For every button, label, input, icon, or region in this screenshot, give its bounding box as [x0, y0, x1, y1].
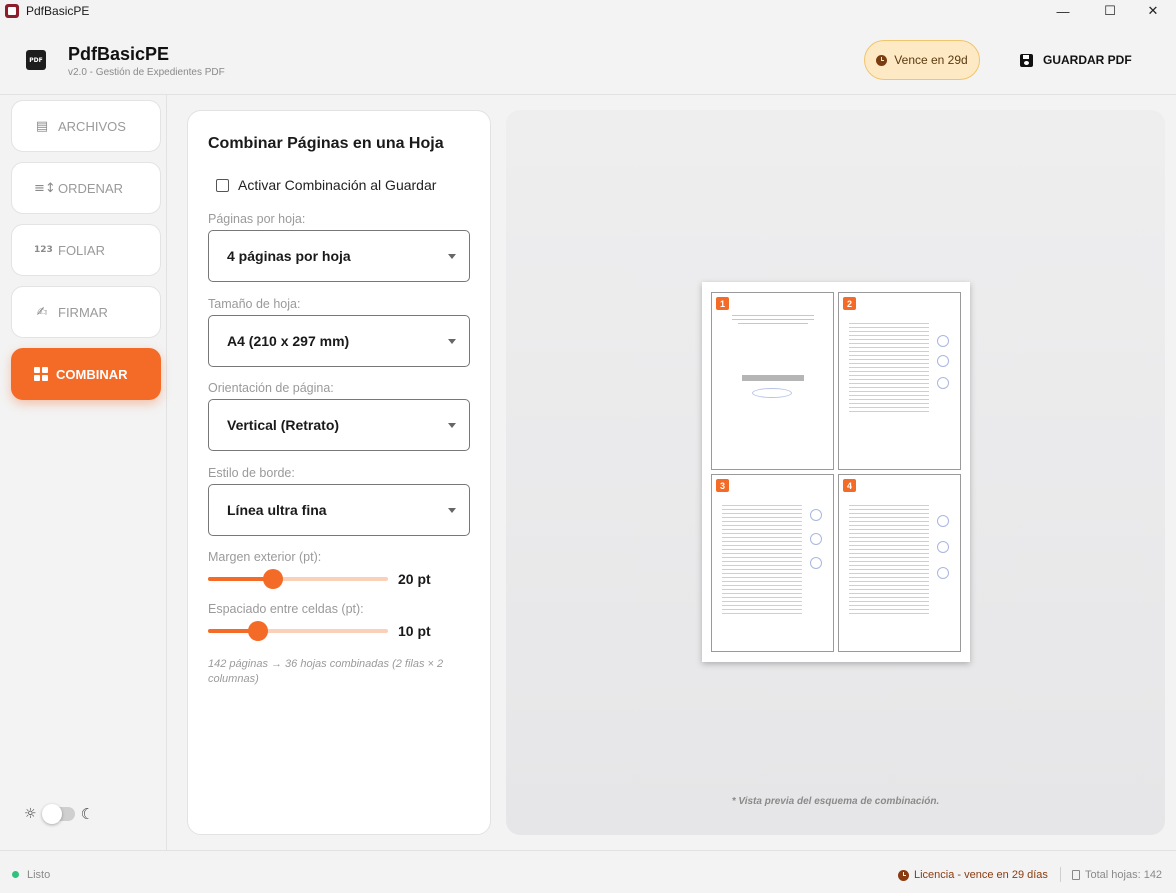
sidebar-item-label: COMBINAR	[56, 366, 128, 382]
document-icon	[1072, 870, 1080, 880]
spacing-label: Espaciado entre celdas (pt):	[208, 602, 364, 616]
clock-icon	[876, 54, 888, 66]
spacing-slider[interactable]	[208, 621, 388, 641]
app-header: PDF PdfBasicPE v2.0 - Gestión de Expedie…	[0, 22, 1176, 95]
sidebar-item-firmar[interactable]: ✍ FIRMAR	[11, 286, 161, 338]
grid-icon	[34, 367, 48, 381]
sidebar: ▤ ARCHIVOS ≡↕ ORDENAR 123 FOLIAR ✍ FIRMA…	[0, 95, 167, 850]
cell-number: 4	[843, 479, 856, 492]
expiry-badge-label: Vence en 29d	[894, 53, 968, 67]
status-bar: Listo Licencia - vence en 29 días Total …	[0, 850, 1176, 893]
pages-per-sheet-value: 4 páginas por hoja	[227, 248, 351, 264]
sheet-size-value: A4 (210 x 297 mm)	[227, 333, 350, 349]
cell-number: 1	[716, 297, 729, 310]
preview-note: * Vista previa del esquema de combinació…	[731, 796, 940, 807]
sidebar-item-archivos[interactable]: ▤ ARCHIVOS	[11, 100, 161, 152]
border-style-value: Línea ultra fina	[227, 502, 327, 518]
combine-settings-panel: Combinar Páginas en una Hoja Activar Com…	[187, 110, 491, 835]
save-pdf-button[interactable]: GUARDAR PDF	[1010, 44, 1142, 76]
app-name: PdfBasicPE	[68, 44, 170, 64]
sheet-size-select[interactable]: A4 (210 x 297 mm)	[208, 315, 470, 367]
sidebar-item-combinar[interactable]: COMBINAR	[11, 348, 161, 400]
chevron-down-icon	[448, 423, 456, 428]
border-style-select[interactable]: Línea ultra fina	[208, 484, 470, 536]
panel-title: Combinar Páginas en una Hoja	[208, 135, 444, 152]
moon-icon: ☾	[80, 805, 95, 823]
license-status: Licencia - vence en 29 días	[898, 869, 1048, 881]
orientation-label: Orientación de página:	[208, 381, 334, 395]
clock-icon	[898, 869, 909, 881]
close-button[interactable]: ✕	[1130, 0, 1176, 22]
theme-toggle[interactable]	[41, 804, 75, 824]
sidebar-item-label: ORDENAR	[58, 180, 124, 196]
app-icon	[5, 4, 19, 18]
status-separator	[1060, 867, 1061, 882]
preview-sheet: 1 2 3 4	[702, 282, 970, 662]
combination-summary: 142 páginas → 36 hojas combinadas (2 fil…	[208, 658, 444, 685]
orientation-value: Vertical (Retrato)	[227, 417, 340, 433]
theme-switch: ☼ ☾	[24, 804, 95, 824]
sidebar-item-foliar[interactable]: 123 FOLIAR	[11, 224, 161, 276]
margin-slider[interactable]	[208, 569, 388, 589]
sidebar-item-label: ARCHIVOS	[58, 118, 126, 134]
license-text: Licencia - vence en 29 días	[914, 869, 1048, 881]
margin-value: 20 pt	[398, 571, 431, 587]
total-sheets-text: Total hojas: 142	[1085, 869, 1163, 881]
pdf-logo-icon: PDF	[26, 50, 46, 70]
expiry-badge[interactable]: Vence en 29d	[864, 40, 980, 80]
chevron-down-icon	[448, 339, 456, 344]
pages-per-sheet-select[interactable]: 4 páginas por hoja	[208, 230, 470, 282]
margin-slider-thumb[interactable]	[263, 569, 283, 589]
sun-icon: ☼	[24, 806, 37, 822]
files-icon: ▤	[35, 118, 49, 134]
cell-number: 2	[843, 297, 856, 310]
signature-icon: ✍	[36, 304, 48, 320]
enable-combination-row[interactable]: Activar Combinación al Guardar	[216, 177, 436, 193]
chevron-down-icon	[448, 254, 456, 259]
cell-number: 3	[716, 479, 729, 492]
orientation-select[interactable]: Vertical (Retrato)	[208, 399, 470, 451]
spacing-value: 10 pt	[398, 623, 431, 639]
preview-cell: 4	[838, 474, 961, 652]
sheet-size-label: Tamaño de hoja:	[208, 297, 301, 311]
preview-cell: 1	[711, 292, 834, 470]
minimize-button[interactable]: —	[1040, 0, 1086, 22]
status-text: Listo	[27, 869, 51, 881]
title-bar: PdfBasicPE — ☐ ✕	[0, 0, 1176, 22]
margin-label: Margen exterior (pt):	[208, 550, 322, 564]
preview-cell: 3	[711, 474, 834, 652]
sidebar-item-label: FOLIAR	[58, 242, 105, 258]
total-sheets: Total hojas: 142	[1072, 869, 1162, 881]
save-pdf-label: GUARDAR PDF	[1043, 53, 1132, 67]
window-title: PdfBasicPE	[26, 4, 90, 18]
combination-preview: 1 2 3 4 * Vista previa del esquema de co…	[506, 110, 1165, 835]
status-dot-icon	[12, 871, 19, 878]
maximize-button[interactable]: ☐	[1087, 0, 1133, 22]
pages-per-sheet-label: Páginas por hoja:	[208, 212, 306, 226]
spacing-slider-thumb[interactable]	[248, 621, 268, 641]
app-subtitle: v2.0 - Gestión de Expedientes PDF	[68, 67, 225, 78]
numbering-icon: 123	[34, 245, 53, 255]
sidebar-item-label: FIRMAR	[58, 304, 108, 320]
chevron-down-icon	[448, 508, 456, 513]
enable-combination-label: Activar Combinación al Guardar	[238, 177, 437, 193]
sidebar-item-ordenar[interactable]: ≡↕ ORDENAR	[11, 162, 161, 214]
border-style-label: Estilo de borde:	[208, 466, 295, 480]
sort-icon: ≡↕	[34, 180, 56, 196]
enable-combination-checkbox[interactable]	[216, 178, 229, 192]
preview-cell: 2	[838, 292, 961, 470]
save-icon	[1020, 53, 1033, 67]
